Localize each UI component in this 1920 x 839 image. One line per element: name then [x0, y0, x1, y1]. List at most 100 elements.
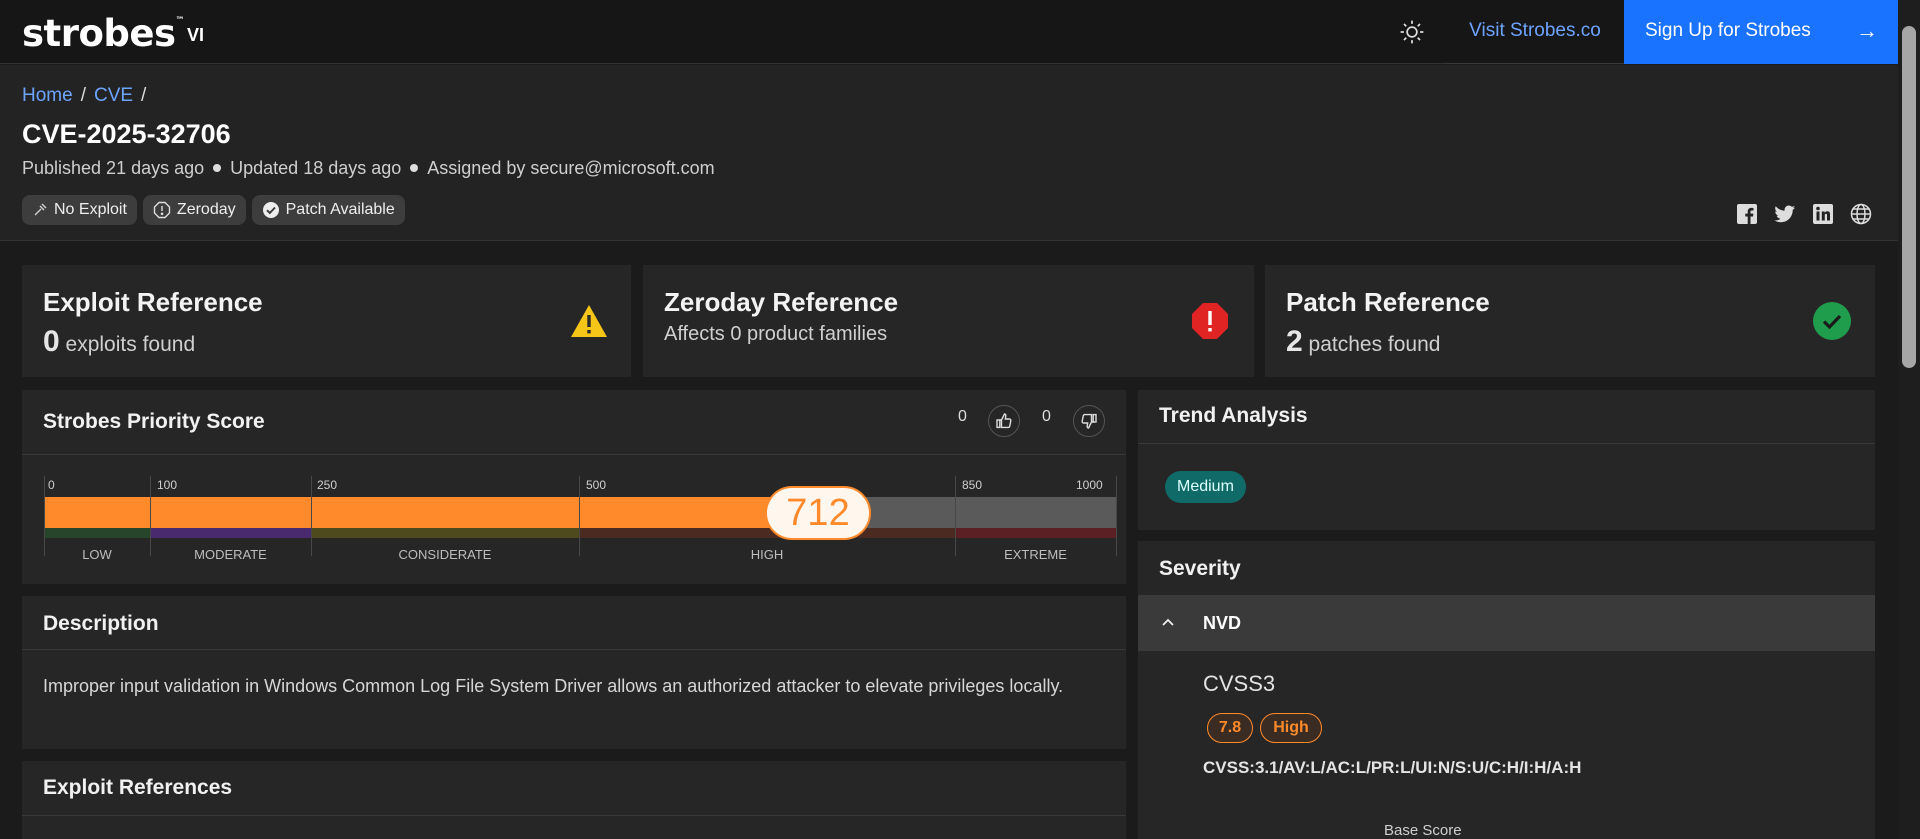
scale-band-low [44, 528, 150, 538]
top-navbar: strobes™ VI Visit Strobes.co Sign Up for… [0, 0, 1898, 64]
upvote-count: 0 [958, 408, 967, 425]
trend-level-badge: Medium [1165, 471, 1246, 503]
priority-score-value: 712 [765, 486, 871, 540]
chevron-up-icon [1162, 618, 1174, 626]
scale-band-considerate [311, 528, 579, 538]
scale-divider [311, 476, 312, 556]
trend-analysis-panel: Trend Analysis [1138, 390, 1875, 530]
warning-icon [571, 305, 607, 337]
base-score-label: Base Score [1384, 822, 1462, 839]
separator-dot [213, 164, 222, 173]
scale-divider [44, 476, 45, 556]
scale-tick-label: 100 [157, 478, 178, 492]
description-text: Improper input validation in Windows Com… [43, 676, 1064, 696]
cve-header: Home / CVE / CVE-2025-32706 Published 21 da… [0, 65, 1898, 241]
signup-button[interactable]: Sign Up for Strobes → [1624, 0, 1898, 64]
separator-dot [410, 164, 419, 173]
cvss-vector-string: CVSS:3.1/AV:L/AC:L/PR:L/UI:N/S:U/C:H/I:H… [1203, 758, 1582, 777]
thumbs-up-button[interactable] [988, 405, 1020, 437]
visit-strobes-link[interactable]: Visit Strobes.co [1446, 0, 1624, 64]
scale-divider [150, 476, 151, 556]
card-subtitle: 2 patches found [1286, 325, 1440, 359]
scrollbar-thumb[interactable] [1902, 26, 1916, 368]
exploit-count: 0 [43, 325, 60, 358]
card-title: Zeroday Reference [664, 287, 899, 317]
thumbs-down-button[interactable] [1073, 405, 1105, 437]
priority-score-panel: Strobes Priority Score 0 0 LOW MODERATE CO… [22, 390, 1126, 584]
check-circle-icon [262, 202, 279, 218]
scale-tick-label: 250 [317, 478, 338, 492]
patch-count-suffix: patches found [1308, 333, 1441, 356]
breadcrumb-separator: / [141, 85, 147, 106]
logo-text: strobes [22, 12, 176, 55]
badge-label: No Exploit [54, 201, 127, 218]
cve-meta: Published 21 days ago Updated 18 days ago… [22, 158, 715, 179]
nvd-accordion-header[interactable]: NVD [1138, 595, 1875, 651]
zeroday-badge: Zeroday [142, 195, 246, 225]
panel-title: Description [22, 596, 1126, 650]
range-label: HIGH [750, 547, 784, 562]
scale-divider [1116, 476, 1117, 556]
scale-segment-extreme [955, 497, 1116, 528]
patch-reference-card[interactable]: Patch Reference 2 patches found [1265, 265, 1875, 377]
scale-divider [955, 476, 956, 556]
range-label: EXTREME [1004, 547, 1067, 562]
range-label: LOW [82, 547, 112, 562]
zeroday-reference-card[interactable]: Zeroday Reference Affects 0 product fami… [643, 265, 1254, 377]
breadcrumb-cve[interactable]: CVE [94, 85, 133, 106]
scale-tick-label: 1000 [1076, 478, 1103, 492]
cvss-score-badge: 7.8 [1207, 713, 1253, 743]
logo-trademark: ™ [175, 16, 184, 26]
logo-suffix: VI [187, 25, 205, 45]
zeroday-alert-icon [1192, 303, 1228, 339]
theme-toggle-sun-icon[interactable] [1399, 19, 1425, 45]
breadcrumb-separator: / [80, 85, 86, 106]
scale-band-extreme [955, 528, 1116, 538]
thumbs-down-icon [1081, 413, 1097, 429]
no-exploit-icon [34, 203, 47, 216]
scale-fill-low [44, 497, 150, 528]
page-title: CVE-2025-32706 [22, 119, 231, 149]
panel-title: Exploit References [22, 761, 1126, 816]
panel-title: Trend Analysis [1138, 390, 1875, 444]
panel-title: Severity [1159, 557, 1241, 580]
updated-date: Updated 18 days ago [230, 158, 402, 178]
share-links [1736, 203, 1872, 225]
nvd-label: NVD [1203, 613, 1242, 633]
scale-fill-moderate [150, 497, 311, 528]
published-date: Published 21 days ago [22, 158, 205, 178]
scale-divider [579, 476, 580, 556]
twitter-icon[interactable] [1774, 203, 1796, 225]
downvote-count: 0 [1042, 408, 1051, 425]
badge-label: Zeroday [176, 201, 236, 218]
range-label: CONSIDERATE [398, 547, 492, 562]
breadcrumb-home[interactable]: Home [22, 85, 73, 106]
card-subtitle: Affects 0 product families [664, 323, 888, 345]
breadcrumb: Home / CVE / [22, 85, 154, 107]
zeroday-icon [153, 201, 171, 219]
linkedin-icon[interactable] [1812, 203, 1834, 225]
patch-count: 2 [1286, 325, 1303, 358]
globe-icon[interactable] [1850, 203, 1872, 225]
scale-fill-considerate [311, 497, 579, 528]
scale-band-high [579, 528, 955, 538]
no-exploit-badge: No Exploit [22, 195, 137, 225]
status-badges: No Exploit Zeroday Patch Available [22, 195, 405, 225]
exploit-count-suffix: exploits found [65, 333, 196, 356]
scale-tick-label: 0 [48, 478, 55, 492]
cvss-version-title: CVSS3 [1203, 671, 1276, 696]
signup-button-label: Sign Up for Strobes [1645, 20, 1811, 41]
scale-band-moderate [150, 528, 311, 538]
patch-available-badge: Patch Available [251, 195, 405, 225]
check-circle-icon [1813, 302, 1851, 340]
scale-tick-label: 500 [586, 478, 607, 492]
arrow-right-icon: → [1856, 18, 1878, 43]
facebook-icon[interactable] [1736, 203, 1758, 225]
thumbs-up-icon [996, 413, 1012, 429]
assigned-by: Assigned by secure@microsoft.com [427, 158, 715, 178]
strobes-logo[interactable]: strobes™ [22, 12, 184, 55]
range-label: MODERATE [194, 547, 267, 562]
description-panel: Description Improper input validation in… [22, 596, 1126, 749]
card-title: Exploit Reference [43, 287, 263, 317]
exploit-reference-card[interactable]: Exploit Reference 0 exploits found [22, 265, 631, 377]
